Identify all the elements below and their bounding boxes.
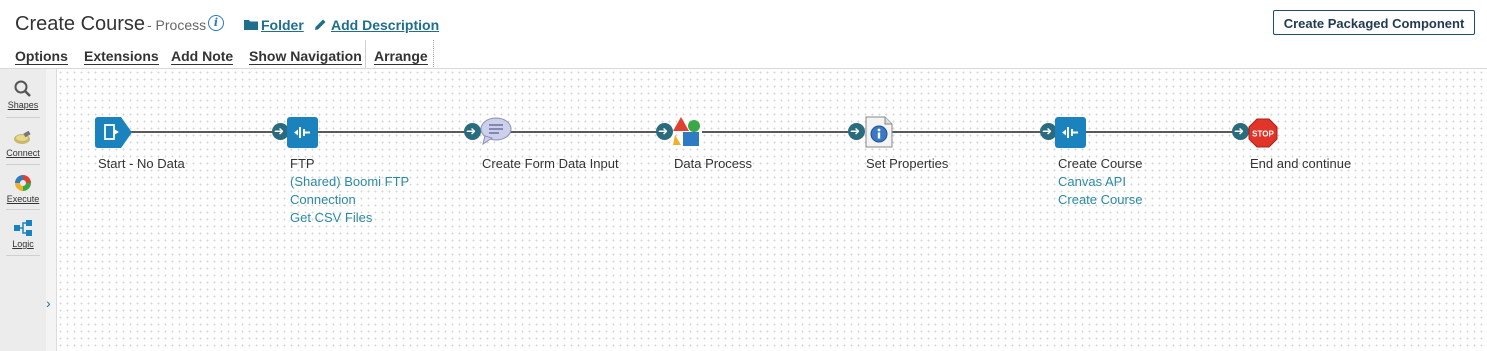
operation-link[interactable]: Create Course [1058,192,1143,207]
shape-label: Create Form Data Input [482,156,619,171]
execute-label: Execute [6,194,40,204]
connection-link[interactable]: Canvas API [1058,174,1126,189]
operation-link[interactable]: Get CSV Files [290,210,372,225]
connector-line [318,131,468,133]
toolbar-divider [6,117,40,118]
shape-label: Data Process [674,156,753,171]
input-arrow-icon[interactable]: ➜ [848,123,865,140]
logic-label: Logic [12,239,34,249]
set-properties-icon [865,116,893,148]
stop-icon: STOP [1248,118,1278,148]
connect-plug-icon [14,130,31,144]
svg-text:STOP: STOP [1252,130,1274,139]
toolbar-divider [6,164,40,165]
folder-link[interactable]: Folder [261,17,304,33]
input-arrow-icon[interactable]: ➜ [1232,123,1249,140]
menu-options[interactable]: Options [15,48,68,65]
connector-line [890,131,1042,133]
menu-arrange[interactable]: Arrange [374,48,428,65]
connect-tool[interactable]: Connect [0,121,46,165]
menu-show-navigation[interactable]: Show Navigation [249,48,362,65]
menu-divider [365,40,366,68]
process-canvas[interactable] [57,69,1487,351]
toolbar-divider [6,209,40,210]
magnifier-icon [14,80,31,97]
shape-label: End and continue [1250,156,1352,171]
pencil-icon [315,19,326,30]
shape-label: Create Course [1058,156,1143,171]
left-toolbar: Shapes Connect Execute Logic [0,69,47,351]
connection-link[interactable]: (Shared) Boomi FTP [290,174,409,189]
connector-line [128,131,278,133]
execute-icon [15,175,31,191]
folder-icon [244,20,258,30]
connection-link[interactable]: Connection [290,192,356,207]
menu-add-note[interactable]: Add Note [171,48,234,65]
connector-line [702,131,852,133]
process-header: Create Course - Process i Folder Add Des… [0,0,1487,69]
logic-tool[interactable]: Logic [0,212,46,256]
shape-label: Set Properties [866,156,949,171]
connector-icon [287,117,318,148]
page-subtitle: - Process [147,17,207,33]
shapes-tool[interactable]: Shapes [0,73,46,117]
connector-line [508,131,658,133]
logic-branch-icon [14,220,32,236]
message-icon [480,117,512,146]
shapes-label: Shapes [7,100,39,110]
connect-label: Connect [6,148,40,158]
execute-tool[interactable]: Execute [0,167,46,211]
info-icon[interactable]: i [208,15,224,31]
toolbar-divider [6,255,40,256]
add-description-link[interactable]: Add Description [331,17,439,33]
connector-line [1086,131,1234,133]
connector-icon [1055,117,1086,148]
expand-panel-chevron-icon[interactable]: › [46,295,56,335]
page-title: Create Course [15,13,146,35]
start-icon [95,117,132,148]
shape-label: Start - No Data [98,156,185,171]
shape-label: FTP [290,156,315,171]
data-process-icon [673,117,700,146]
menu-extensions[interactable]: Extensions [84,48,159,65]
create-packaged-component-button[interactable]: Create Packaged Component [1273,10,1475,35]
